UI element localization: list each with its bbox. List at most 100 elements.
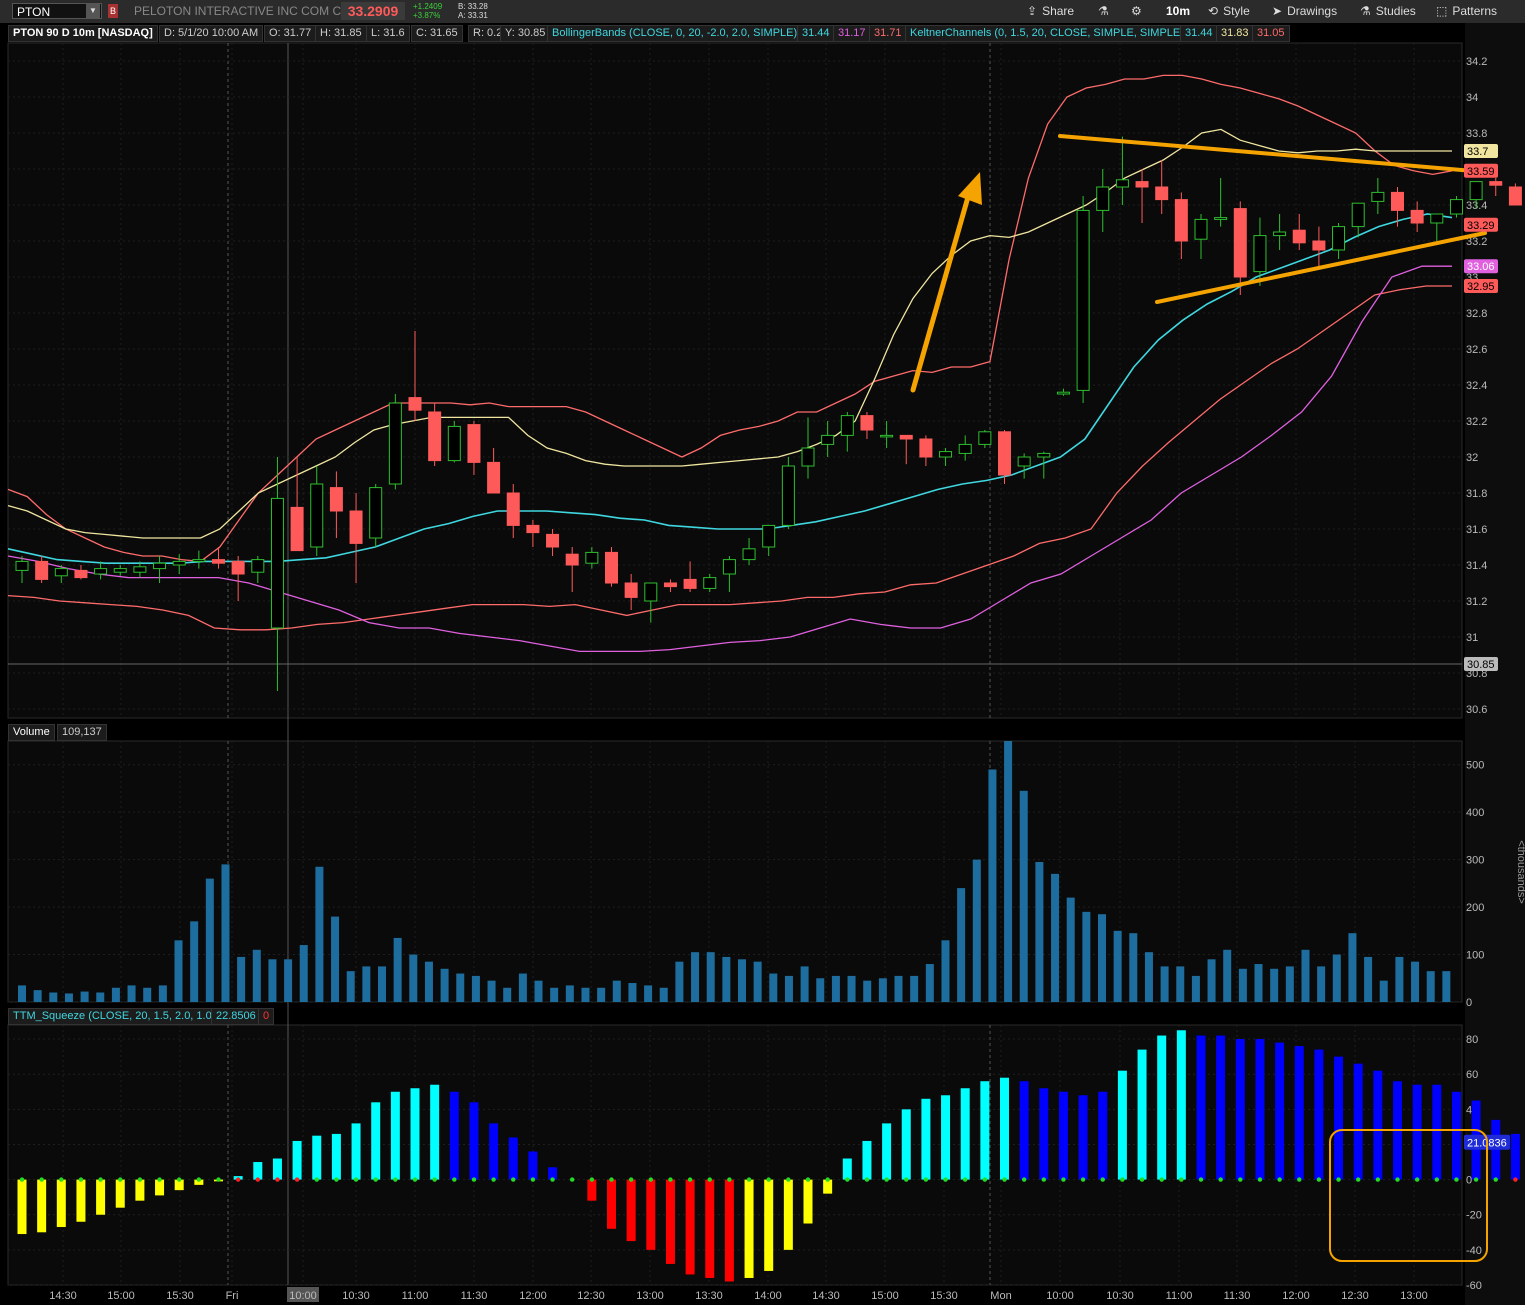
volume-bar	[534, 980, 543, 1002]
volume-bar	[487, 980, 496, 1002]
price-marker-label: 33.7	[1467, 146, 1488, 158]
keltner-val-3: 31.05	[1252, 25, 1290, 42]
squeeze-dot	[845, 1177, 850, 1182]
volume-bar	[831, 975, 840, 1002]
squeeze-bar	[1216, 1035, 1226, 1180]
price-tick-label: 33.8	[1466, 128, 1487, 140]
volume-bar	[722, 956, 731, 1002]
volume-bar	[753, 961, 762, 1002]
volume-tick-label: 300	[1466, 855, 1484, 867]
squeeze-dot	[786, 1177, 791, 1182]
squeeze-dot	[707, 1177, 712, 1182]
volume-bar	[440, 968, 449, 1002]
squeeze-dot	[275, 1177, 280, 1182]
candle-down	[1410, 209, 1424, 224]
candle-up	[880, 434, 894, 438]
volume-bar	[1176, 966, 1185, 1002]
volume-bar	[1113, 930, 1122, 1002]
candle-up	[1096, 186, 1110, 211]
squeeze-dot	[471, 1177, 477, 1182]
candle-up	[1076, 209, 1090, 391]
volume-bar	[362, 966, 371, 1002]
chart-canvas[interactable]: 34.23433.833.633.433.23332.832.632.432.2…	[0, 0, 1525, 1305]
keltner-val-2: 31.83	[1216, 25, 1254, 42]
candle-up	[251, 559, 265, 573]
time-tick-label: 15:30	[930, 1290, 958, 1302]
candle-up	[840, 415, 854, 436]
squeeze-dot	[294, 1177, 300, 1182]
time-tick-label: 14:00	[754, 1290, 782, 1302]
squeeze-dot	[589, 1177, 595, 1182]
squeeze-dot	[59, 1177, 64, 1182]
volume-bar	[1348, 933, 1357, 1002]
time-tick-label: 11:00	[1166, 1290, 1193, 1302]
volume-bar	[456, 973, 465, 1002]
volume-bar	[800, 966, 809, 1002]
volume-bar	[284, 959, 293, 1002]
candle-up	[192, 559, 206, 562]
squeeze-dot	[1002, 1177, 1007, 1182]
time-tick-label: 11:00	[402, 1290, 429, 1302]
volume-bar	[1379, 980, 1388, 1002]
volume-bar	[221, 864, 230, 1002]
time-tick-label: 14:30	[49, 1290, 77, 1302]
volume-bar	[299, 945, 308, 1002]
candle-down	[1233, 208, 1247, 278]
price-tick-label: 33.4	[1466, 200, 1487, 212]
squeeze-bar	[1235, 1039, 1245, 1180]
volume-bar	[1098, 914, 1106, 1002]
volume-bar	[1238, 968, 1247, 1002]
bollinger-val-2: 31.17	[833, 25, 871, 42]
squeeze-bar	[96, 1179, 106, 1215]
volume-tick-label: 200	[1466, 902, 1484, 914]
squeeze-bar	[1314, 1049, 1324, 1180]
squeeze-bar	[921, 1098, 931, 1180]
volume-bar	[1004, 741, 1013, 1002]
squeeze-dot	[628, 1177, 634, 1182]
volume-bar	[1066, 897, 1075, 1002]
volume-bar	[1442, 971, 1451, 1002]
candle-up	[310, 483, 324, 548]
volume-bar	[565, 985, 574, 1002]
time-tick-label: 11:30	[461, 1290, 488, 1302]
squeeze-bar	[960, 1088, 970, 1180]
squeeze-dot	[118, 1177, 123, 1182]
candle-up	[1037, 452, 1051, 458]
candle-down	[329, 487, 343, 512]
squeeze-dot	[196, 1177, 202, 1182]
candle-up	[1273, 231, 1287, 237]
squeeze-bar	[1000, 1077, 1009, 1180]
time-tick-label: 10:00	[1046, 1290, 1074, 1302]
squeeze-bar	[390, 1091, 400, 1180]
time-tick-label: 10:30	[1106, 1290, 1134, 1302]
squeeze-bar	[292, 1140, 302, 1180]
volume-bar	[957, 888, 966, 1002]
volume-bar	[378, 966, 386, 1002]
squeeze-dot	[943, 1177, 948, 1182]
squeeze-dot	[1316, 1177, 1322, 1182]
volume-bar	[1019, 790, 1028, 1002]
candle-up	[270, 497, 284, 629]
volume-bar	[925, 964, 934, 1002]
candle-up	[1194, 218, 1208, 240]
candle-up	[801, 447, 815, 467]
squeeze-bar	[1334, 1056, 1344, 1180]
candle-up	[54, 568, 68, 577]
price-tick-label: 32.4	[1466, 380, 1487, 392]
squeeze-dot	[530, 1177, 536, 1182]
squeeze-bar	[331, 1133, 341, 1180]
keltner-val-1: 31.44	[1180, 25, 1218, 42]
price-tick-label: 31.6	[1466, 524, 1487, 536]
squeeze-bar	[1373, 1070, 1383, 1180]
squeeze-bar	[528, 1151, 538, 1180]
squeeze-bar	[56, 1179, 66, 1228]
squeeze-tick-label: 60	[1466, 1069, 1478, 1081]
squeeze-bar	[1353, 1063, 1363, 1180]
squeeze-dot	[452, 1177, 457, 1182]
squeeze-bar	[1432, 1084, 1442, 1180]
price-marker-label: 32.95	[1467, 281, 1495, 293]
candle-up	[94, 568, 108, 575]
candle-up	[388, 402, 402, 485]
volume-bar	[1191, 975, 1200, 1002]
squeeze-dot	[412, 1177, 418, 1182]
